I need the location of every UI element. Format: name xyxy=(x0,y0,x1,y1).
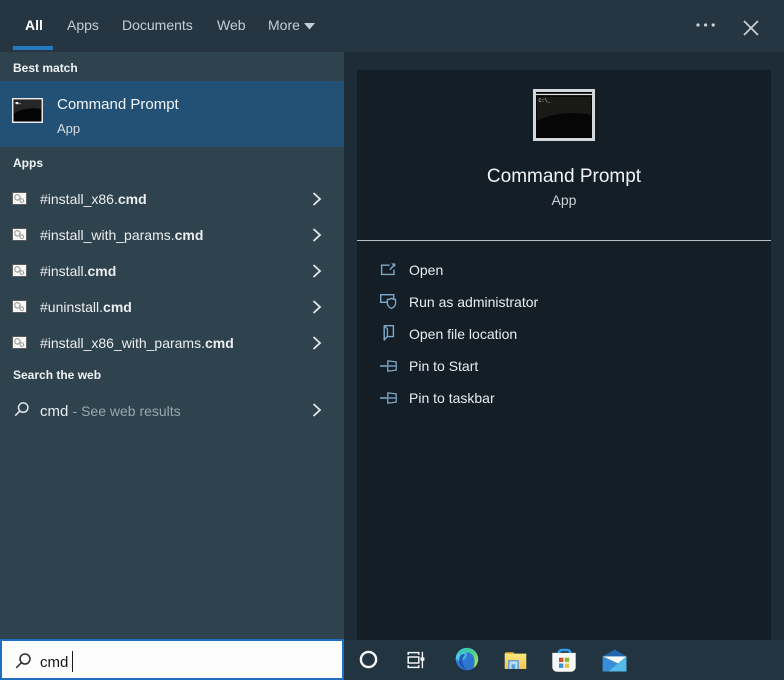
svg-text:C:\_: C:\_ xyxy=(539,98,552,104)
